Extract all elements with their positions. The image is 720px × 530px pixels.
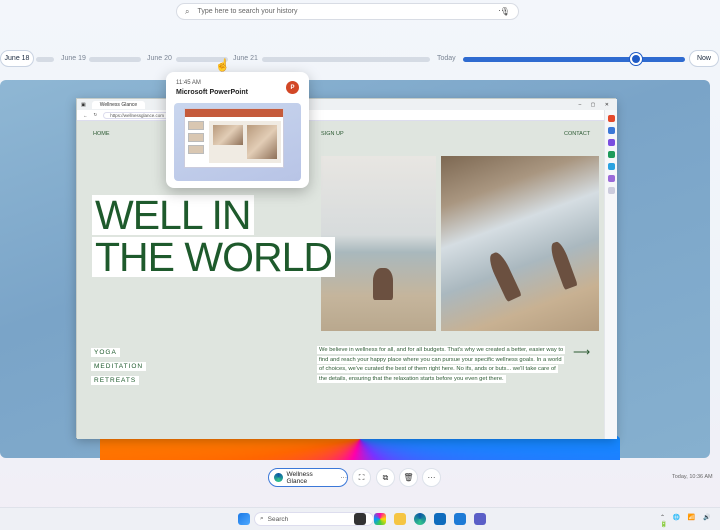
powerpoint-icon: P <box>286 81 299 94</box>
service-retreats[interactable]: RETREATS <box>91 376 140 385</box>
tools-icon[interactable] <box>608 139 615 146</box>
scan-icon: ⛶ <box>358 472 365 482</box>
delete-button[interactable]: 🗑 <box>399 468 418 487</box>
app-chip-label: Wellness Glance <box>286 470 313 485</box>
timeline-segment[interactable] <box>89 57 141 62</box>
snapshot-app-name: Microsoft PowerPoint <box>176 89 248 96</box>
copy-icon: ⧉ <box>382 472 389 482</box>
more-options-button[interactable]: ··· <box>498 5 507 15</box>
tab-icon: ▣ <box>81 101 86 108</box>
now-button[interactable]: Now <box>689 50 719 67</box>
timeline-segment[interactable] <box>36 57 54 62</box>
browser-address-bar: ← ↻ https://wellnessglance.com <box>77 110 617 121</box>
headline-line-1: WELL IN <box>92 195 254 236</box>
copy-button[interactable]: ⧉ <box>376 468 395 487</box>
outlook-taskbar-icon[interactable] <box>454 513 466 525</box>
intro-paragraph: We believe in wellness for all, and for … <box>317 346 566 383</box>
timeline-date-june-18[interactable]: June 18 <box>0 50 34 67</box>
search-icon: ⌕ <box>260 515 264 522</box>
nav-home-link[interactable]: HOME <box>93 131 110 137</box>
snapshot-thumbnail[interactable] <box>174 103 301 181</box>
browser-sidebar <box>604 110 617 439</box>
file-explorer-icon[interactable] <box>394 513 406 525</box>
app-chip-wellness-glance[interactable]: Wellness Glance ··· <box>268 468 348 487</box>
timeline-date-june-21[interactable]: June 21 <box>233 55 258 62</box>
search-icon: ⌕ <box>185 6 190 16</box>
service-yoga[interactable]: YOGA <box>91 348 120 357</box>
trash-icon: 🗑 <box>403 473 414 482</box>
more-actions-button[interactable]: ··· <box>422 468 441 487</box>
store-icon[interactable] <box>434 513 446 525</box>
timeline-date-june-20[interactable]: June 20 <box>147 55 172 62</box>
taskbar: ⌕ Search ⌃ 🌐 📶 🔊 🔋 <box>0 507 720 530</box>
office-icon[interactable] <box>608 151 615 158</box>
timeline-today-track[interactable] <box>463 57 685 62</box>
nav-signup-link[interactable]: SIGN UP <box>321 131 344 137</box>
scan-text-button[interactable]: ⛶ <box>352 468 371 487</box>
games-icon[interactable] <box>608 175 615 182</box>
timeline[interactable]: June 18 June 19 June 20 June 21 Today No… <box>0 50 720 70</box>
start-icon[interactable] <box>238 513 250 525</box>
hero-headline: WELL IN THE WORLD <box>92 195 335 279</box>
search-placeholder: Type here to search your history <box>197 8 298 15</box>
edge-icon <box>274 473 283 482</box>
app-chip-more-button[interactable]: ··· <box>341 474 348 481</box>
services-list: YOGA MEDITATION RETREATS <box>91 346 147 388</box>
powerpoint-window-thumbnail <box>184 108 284 168</box>
system-tray[interactable]: ⌃ 🌐 📶 🔊 🔋 <box>660 514 720 528</box>
website-content: HOME SIGN UP CONTACT WELL IN THE WORLD Y… <box>77 121 604 439</box>
window-controls[interactable]: – ▢ ✕ <box>579 102 617 108</box>
history-search-input[interactable]: ⌕ Type here to search your history 🎙 <box>176 3 519 20</box>
headline-line-2: THE WORLD <box>92 237 335 278</box>
copilot-taskbar-icon[interactable] <box>374 513 386 525</box>
next-arrow-icon[interactable]: ⟶ <box>573 345 590 359</box>
timeline-slider-thumb[interactable] <box>630 53 642 65</box>
collections-icon[interactable] <box>608 127 615 134</box>
browser-window-snapshot[interactable]: ▣ Wellness Glance – ▢ ✕ ← ↻ https://well… <box>76 98 617 439</box>
outlook-icon[interactable] <box>608 163 615 170</box>
yoga-meditation-photo <box>321 156 436 331</box>
edge-taskbar-icon[interactable] <box>414 513 426 525</box>
timeline-segment[interactable] <box>262 57 430 62</box>
snapshot-time: 11:45 AM <box>176 80 201 86</box>
snapshot-hover-card[interactable]: 11:45 AM Microsoft PowerPoint P <box>166 72 309 188</box>
timeline-date-today[interactable]: Today <box>437 55 456 62</box>
back-icon[interactable]: ← <box>83 113 88 118</box>
snapshot-timestamp: Today, 10:36 AM <box>672 474 713 480</box>
teams-icon[interactable] <box>474 513 486 525</box>
copilot-icon[interactable] <box>608 115 615 122</box>
timeline-date-june-19[interactable]: June 19 <box>61 55 86 62</box>
browser-tab-bar: ▣ Wellness Glance – ▢ ✕ <box>77 99 617 110</box>
service-meditation[interactable]: MEDITATION <box>91 362 147 371</box>
add-icon[interactable] <box>608 187 615 194</box>
task-view-icon[interactable] <box>354 513 366 525</box>
yoga-stretch-photo <box>441 156 599 331</box>
nav-contact-link[interactable]: CONTACT <box>564 131 590 137</box>
refresh-icon[interactable]: ↻ <box>94 112 98 118</box>
browser-tab[interactable]: Wellness Glance <box>91 100 146 109</box>
hand-cursor-icon: ☝ <box>215 58 230 72</box>
